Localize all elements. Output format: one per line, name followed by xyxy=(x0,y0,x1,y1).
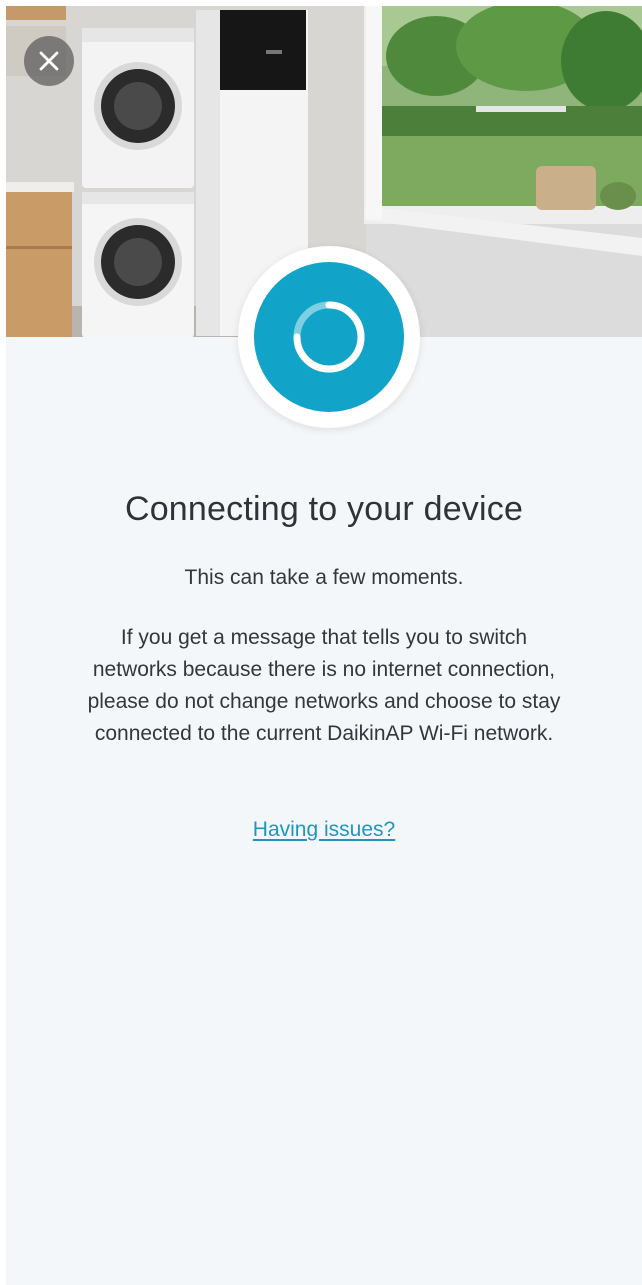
network-message: If you get a message that tells you to s… xyxy=(87,626,561,745)
subtitle-text: This can take a few moments. xyxy=(184,566,464,589)
having-issues-link[interactable]: Having issues? xyxy=(253,818,395,841)
close-icon xyxy=(39,51,59,71)
loading-indicator xyxy=(238,246,420,428)
close-button[interactable] xyxy=(24,36,74,86)
help-link-container: Having issues? xyxy=(6,818,642,842)
loading-disc xyxy=(254,262,404,412)
connecting-screen: Connecting to your device This can take … xyxy=(6,6,642,1285)
loading-spinner-icon xyxy=(293,301,365,373)
page-title: Connecting to your device xyxy=(124,490,524,528)
